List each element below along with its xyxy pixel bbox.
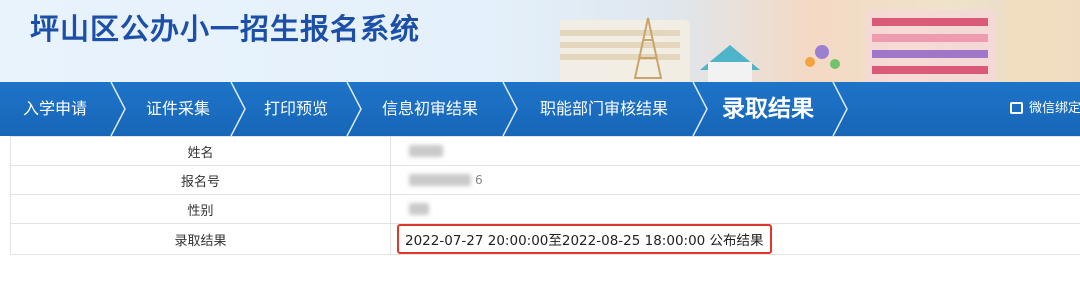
reg-number-label: 报名号 xyxy=(10,165,391,195)
redacted-name xyxy=(409,145,443,157)
reg-number-suffix: 6 xyxy=(475,172,483,187)
gender-value xyxy=(390,194,1080,224)
wechat-bind-label: 微信绑定 xyxy=(1029,101,1080,116)
site-title: 坪山区公办小一招生报名系统 xyxy=(30,12,421,46)
name-value xyxy=(390,136,1080,166)
wechat-bind-link[interactable]: 微信绑定 xyxy=(1010,82,1080,136)
applicant-info-table: 姓名 报名号 6 性别 录取结果 2022-07-27 20:00:00至202… xyxy=(10,136,1080,255)
admission-result-highlight: 2022-07-27 20:00:00至2022-08-25 18:00:00 … xyxy=(397,224,772,254)
nav-item-doc-collect[interactable]: 证件采集 xyxy=(128,82,228,136)
admission-result-value: 2022-07-27 20:00:00至2022-08-25 18:00:00 … xyxy=(390,223,1080,255)
chevron-right-icon xyxy=(832,82,848,136)
nav-item-admission-result[interactable]: 录取结果 xyxy=(708,82,828,136)
name-label: 姓名 xyxy=(10,136,391,166)
gender-label: 性别 xyxy=(10,194,391,224)
main-nav-bar: 入学申请 证件采集 打印预览 信息初审结果 职能部门审核结果 录取结果 微信绑定 xyxy=(0,82,1080,136)
wechat-icon xyxy=(1010,101,1023,114)
redacted-gender xyxy=(409,203,429,215)
table-row: 录取结果 2022-07-27 20:00:00至2022-08-25 18:0… xyxy=(10,223,1080,255)
nav-item-print-preview[interactable]: 打印预览 xyxy=(246,82,346,136)
table-row: 姓名 xyxy=(10,136,1080,166)
nav-item-dept-review[interactable]: 职能部门审核结果 xyxy=(518,82,690,136)
admission-result-label: 录取结果 xyxy=(10,223,391,255)
chevron-right-icon xyxy=(230,82,246,136)
header-banner: 坪山区公办小一招生报名系统 xyxy=(0,0,1080,82)
nav-item-apply[interactable]: 入学申请 xyxy=(0,82,110,136)
chevron-right-icon xyxy=(110,82,126,136)
chevron-right-icon xyxy=(692,82,708,136)
reg-number-value: 6 xyxy=(390,165,1080,195)
table-row: 报名号 6 xyxy=(10,165,1080,195)
table-row: 性别 xyxy=(10,194,1080,224)
chevron-right-icon xyxy=(502,82,518,136)
nav-item-initial-review[interactable]: 信息初审结果 xyxy=(360,82,500,136)
banner-illustration xyxy=(560,0,1080,82)
redacted-reg-number xyxy=(409,174,471,186)
